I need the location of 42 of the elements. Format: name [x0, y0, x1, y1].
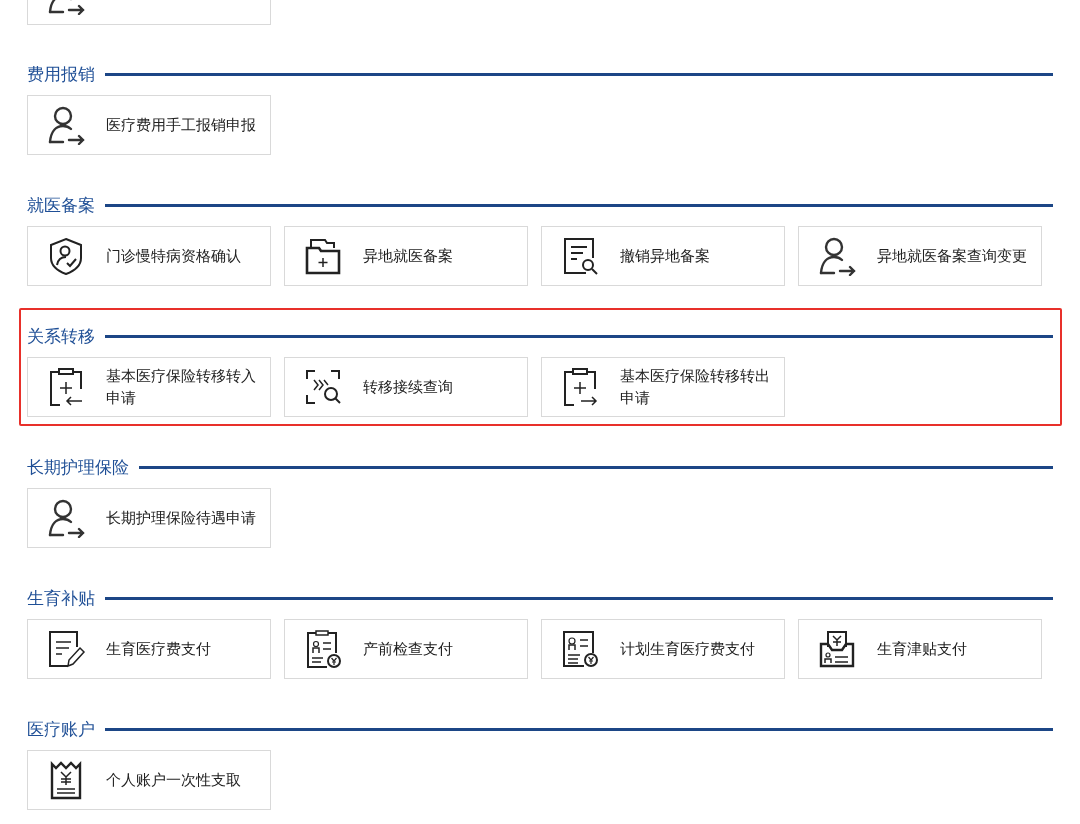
scan-search-icon	[303, 367, 343, 407]
service-card[interactable]: 生育医疗费支付	[27, 619, 271, 679]
service-card[interactable]: 转移接续查询	[284, 357, 528, 417]
service-label: 基本医疗保险转移转出申请	[620, 366, 771, 408]
section-title: 生育补贴	[27, 587, 95, 610]
service-card[interactable]: 个人账户一次性支取	[27, 750, 271, 810]
person-arrow-icon	[46, 105, 86, 145]
form-yen-icon	[560, 629, 600, 669]
service-label: 计划生育医疗费支付	[620, 639, 755, 659]
section-title: 关系转移	[27, 325, 95, 348]
document-pen-icon	[46, 629, 86, 669]
service-card[interactable]: 计划生育医疗费支付	[541, 619, 785, 679]
section-title: 就医备案	[27, 194, 95, 217]
service-label: 医疗费用手工报销申报	[106, 115, 256, 135]
service-label: 门诊慢特病资格确认	[106, 246, 241, 266]
person-arrow-icon	[46, 498, 86, 538]
service-card[interactable]: 门诊慢特病资格确认	[27, 226, 271, 286]
service-card[interactable]: 基本医疗保险转移转出申请	[541, 357, 785, 417]
person-arrow-icon	[817, 236, 857, 276]
service-label: 生育津贴支付	[877, 639, 967, 659]
service-card[interactable]: 医疗费用手工报销申报	[27, 95, 271, 155]
service-label: 长期护理保险待遇申请	[106, 508, 256, 528]
service-label: 撤销异地备案	[620, 246, 710, 266]
section-title: 长期护理保险	[27, 456, 129, 479]
service-card[interactable]: 异地就医备案	[284, 226, 528, 286]
service-card[interactable]: 撤销异地备案	[541, 226, 785, 286]
service-card[interactable]: 长期护理保险待遇申请	[27, 488, 271, 548]
service-label: 异地就医备案	[363, 246, 453, 266]
service-label: 生育医疗费支付	[106, 639, 211, 659]
service-label: 转移接续查询	[363, 377, 453, 397]
folder-plus-icon	[303, 236, 343, 276]
service-label: 个人账户一次性支取	[106, 770, 241, 790]
section-title: 费用报销	[27, 63, 95, 86]
service-card[interactable]: 生育津贴支付	[798, 619, 1042, 679]
service-label: 产前检查支付	[363, 639, 453, 659]
service-card[interactable]: 基本医疗保险转移转入申请	[27, 357, 271, 417]
tray-yen-icon	[817, 629, 857, 669]
service-card[interactable]: 产前检查支付	[284, 619, 528, 679]
service-label: 基本医疗保险转移转入申请	[106, 366, 257, 408]
service-label: 异地就医备案查询变更	[877, 246, 1027, 266]
section-title: 医疗账户	[27, 718, 95, 741]
service-card[interactable]: 异地就医备案查询变更	[798, 226, 1042, 286]
